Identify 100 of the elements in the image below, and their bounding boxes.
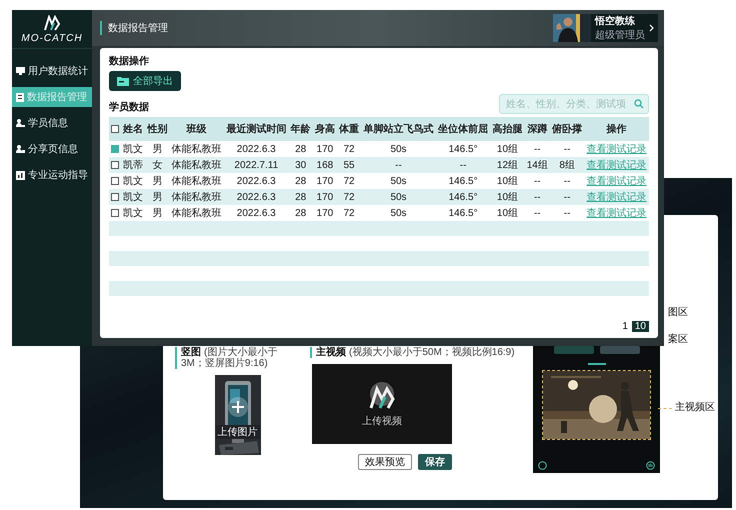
section-title: 数据操作 <box>109 54 150 68</box>
table-cell: 体能私教班 <box>170 205 224 221</box>
page-title: 数据报告管理 <box>100 21 168 35</box>
area-label: 主视频区 <box>675 402 715 414</box>
table-cell: -- <box>524 173 550 189</box>
table-cell: 28 <box>288 205 313 221</box>
table-cell: 170 <box>312 141 337 157</box>
export-button[interactable]: 全部导出 <box>109 71 181 91</box>
upload-label: 上传图片 <box>216 425 260 439</box>
column-header: 年龄 <box>288 117 313 141</box>
table-cell: 146.5° <box>436 189 490 205</box>
table-cell: 28 <box>288 189 313 205</box>
table-cell: 146.5° <box>436 205 490 221</box>
preview-button[interactable]: 效果预览 <box>358 454 412 470</box>
document-icon <box>16 92 24 102</box>
plus-icon <box>228 397 248 417</box>
table-cell: 体能私教班 <box>170 173 224 189</box>
table-cell: 体能私教班 <box>170 189 224 205</box>
table-cell: 2022.6.3 <box>224 141 289 157</box>
page-size-selector[interactable]: 10 <box>632 321 649 332</box>
table-cell: -- <box>550 141 584 157</box>
table-cell: 凯文 <box>121 173 146 189</box>
chart-icon <box>16 170 25 180</box>
table-cell: 2022.7.11 <box>224 157 289 173</box>
search-field[interactable]: 姓名、性别、分类、测试项 <box>499 94 649 114</box>
table-cell: 72 <box>336 205 362 221</box>
table-cell: -- <box>550 205 584 221</box>
checkbox[interactable] <box>111 124 120 133</box>
table-cell: 170 <box>312 173 337 189</box>
brand-name: MO-CATCH <box>21 32 83 44</box>
video-upload[interactable]: 上传视频 <box>312 364 452 444</box>
section-title: 学员数据 <box>109 100 149 114</box>
checkbox[interactable] <box>111 192 120 201</box>
table-cell: 12组 <box>490 157 525 173</box>
table-cell: 凯文 <box>121 189 146 205</box>
logo-icon <box>43 14 61 30</box>
table-cell: 体能私教班 <box>170 157 224 173</box>
column-header: 单脚站立飞鸟式 <box>361 117 436 141</box>
table-cell: 170 <box>312 189 337 205</box>
table-cell: 50s <box>361 141 436 157</box>
checkbox[interactable] <box>111 144 120 153</box>
table-cell: 170 <box>312 205 337 221</box>
table-cell: 体能私教班 <box>170 141 224 157</box>
table-cell: 女 <box>145 157 170 173</box>
sidebar-item[interactable]: 学员信息 <box>12 113 92 133</box>
sidebar-item[interactable]: 分享页信息 <box>12 139 92 159</box>
logo-icon <box>367 380 397 410</box>
table-cell: -- <box>550 189 584 205</box>
checkbox[interactable] <box>111 160 120 169</box>
table-cell: 男 <box>145 189 170 205</box>
column-header: 体重 <box>336 117 362 141</box>
sidebar-item[interactable]: 用户数据统计 <box>12 61 92 81</box>
table-cell: 男 <box>145 141 170 157</box>
table-cell: 男 <box>145 173 170 189</box>
table-cell: -- <box>550 173 584 189</box>
table-cell: 55 <box>336 157 362 173</box>
column-header: 姓名 <box>121 117 146 141</box>
table-cell: -- <box>524 189 550 205</box>
table-cell: 72 <box>336 173 362 189</box>
upload-label: 上传视频 <box>362 414 402 428</box>
user-role: 超级管理员 <box>595 28 645 42</box>
table-cell: 28 <box>288 173 313 189</box>
person-icon <box>16 119 25 127</box>
circle-icon[interactable] <box>538 461 547 470</box>
page-number[interactable]: 1 <box>622 321 628 332</box>
column-header: 班级 <box>170 117 224 141</box>
table-cell: 凯文 <box>121 205 146 221</box>
table-cell: 72 <box>336 141 362 157</box>
save-button[interactable]: 保存 <box>418 454 452 470</box>
user-name: 悟空教练 <box>595 14 636 28</box>
folder-icon <box>117 76 129 86</box>
table-cell: 2022.6.3 <box>224 173 289 189</box>
tab-indicator <box>588 363 606 365</box>
user-card[interactable]: 悟空教练 超级管理员 <box>553 14 658 42</box>
table-cell: 50s <box>361 205 436 221</box>
table-cell: 10组 <box>490 173 525 189</box>
column-header: 性别 <box>145 117 170 141</box>
table-cell: -- <box>436 157 490 173</box>
table-cell: 72 <box>336 189 362 205</box>
area-label: 图区 <box>668 307 689 319</box>
table-cell: 146.5° <box>436 173 490 189</box>
person-icon <box>16 145 25 153</box>
table-cell: 10组 <box>490 205 525 221</box>
checkbox[interactable] <box>111 208 120 217</box>
table-cell: 8组 <box>550 157 584 173</box>
table-cell: 男 <box>145 205 170 221</box>
table-cell: 10组 <box>490 189 525 205</box>
column-header: 高抬腿 <box>490 117 525 141</box>
sidebar-item[interactable]: 专业运动指导 <box>12 165 92 185</box>
column-header: 操作 <box>584 117 649 141</box>
table-cell: 10组 <box>490 141 525 157</box>
table-cell: 146.5° <box>436 141 490 157</box>
table-cell: 凯文 <box>121 141 146 157</box>
table-cell: -- <box>524 141 550 157</box>
column-header: 深蹲 <box>524 117 550 141</box>
column-header: 坐位体前屈 <box>436 117 490 141</box>
column-header: 身高 <box>312 117 337 141</box>
checkbox[interactable] <box>111 176 120 185</box>
table-cell: 凯蒂 <box>121 157 146 173</box>
image-upload[interactable]: 上传图片 <box>214 375 260 455</box>
